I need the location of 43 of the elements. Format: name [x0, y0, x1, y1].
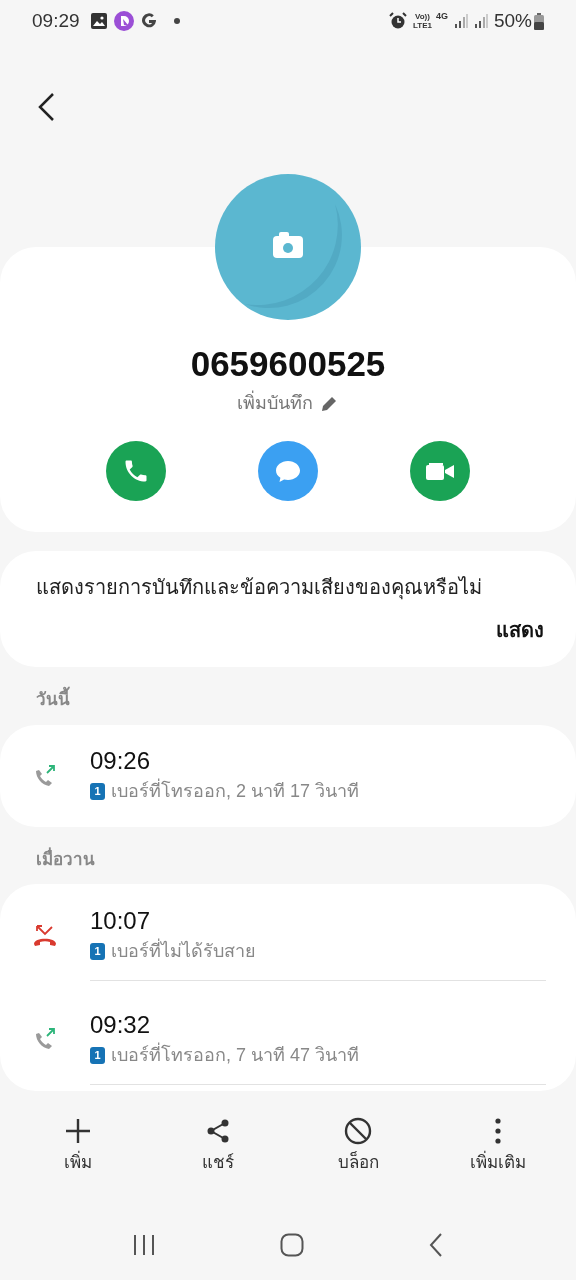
status-time: 09:29 — [32, 8, 80, 33]
plus-icon — [64, 1117, 92, 1145]
volte-indicator: Vo)) LTE1 — [413, 12, 432, 30]
section-header: เมื่อวาน — [36, 846, 96, 871]
toolbar-button[interactable]: แชร์ — [158, 1116, 278, 1186]
call-detail: เบอร์ที่โทรออก, 7 นาที 47 วินาที — [111, 1041, 360, 1067]
toolbar-button[interactable]: เพิ่ม — [18, 1116, 138, 1186]
call-log-row[interactable]: 09:32 1 เบอร์ที่โทรออก, 7 นาที 47 วินาที — [0, 994, 576, 1084]
show-button[interactable]: แสดง — [496, 615, 544, 645]
call-time: 10:07 — [90, 905, 152, 936]
camera-icon — [273, 232, 303, 258]
call-detail: เบอร์ที่ไม่ได้รับสาย — [111, 937, 256, 963]
more-icon — [495, 1118, 501, 1144]
alarm-icon — [389, 12, 407, 30]
prompt-text: แสดงรายการบันทึกและข้อความเสียงของคุณหรือไม่ — [36, 575, 483, 601]
network-type: 4G — [435, 10, 448, 23]
sim-badge: 1 — [90, 942, 105, 960]
home-icon[interactable] — [280, 1233, 304, 1257]
sim-badge: 1 — [90, 783, 105, 800]
call-log-row[interactable]: 09:26 1 เบอร์ที่โทรออก, 2 นาที 17 วินาที — [0, 730, 576, 821]
call-log-row[interactable]: 10:07 1 เบอร์ที่ไม่ได้รับสาย — [0, 890, 576, 980]
back-icon[interactable] — [428, 1232, 444, 1258]
block-icon — [344, 1117, 372, 1145]
missed-call-icon — [32, 923, 58, 947]
google-icon — [139, 12, 158, 30]
share-icon — [206, 1118, 230, 1144]
toolbar-button[interactable]: เพิ่มเติม — [438, 1116, 558, 1186]
battery-icon — [534, 12, 544, 30]
app-icon — [113, 11, 134, 31]
recent-apps-icon[interactable] — [132, 1233, 156, 1257]
add-note-button[interactable]: เพิ่มบันทึก — [237, 390, 339, 417]
section-header: วันนี้ — [36, 687, 576, 713]
phone-number: 0659600525 — [190, 344, 386, 384]
call-time: 09:26 — [90, 746, 152, 776]
toolbar-button[interactable]: บล็อก — [298, 1116, 418, 1186]
call-time: 09:32 — [90, 1009, 152, 1040]
sim-badge: 1 — [90, 1046, 105, 1064]
signal-icon — [453, 14, 468, 28]
call-detail: เบอร์ที่โทรออก, 2 นาที 17 วินาที — [111, 778, 360, 805]
battery-percent: 50% — [493, 8, 532, 33]
video-camera-icon — [425, 460, 455, 482]
gallery-icon — [89, 12, 108, 30]
signal-icon — [473, 14, 488, 28]
